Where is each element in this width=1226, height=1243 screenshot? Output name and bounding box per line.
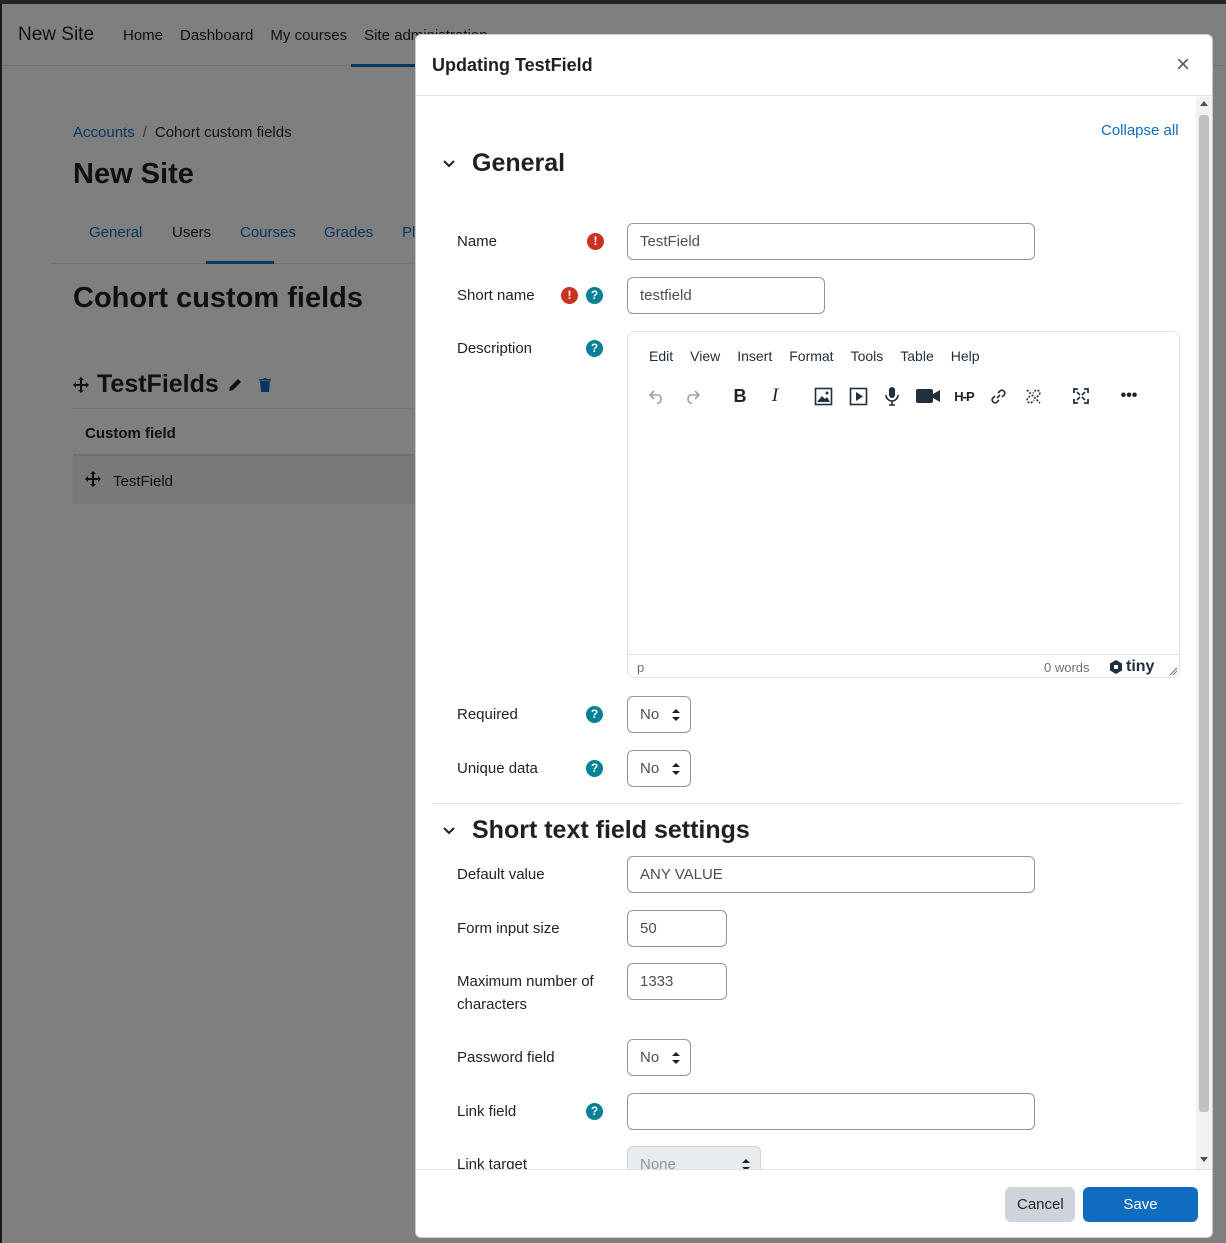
scroll-down-arrow-icon[interactable] xyxy=(1200,1157,1208,1162)
menu-table[interactable]: Table xyxy=(900,348,933,364)
editor-statusbar: p 0 words tiny xyxy=(628,654,1179,677)
tiny-logo[interactable]: tiny xyxy=(1108,658,1154,676)
link-icon[interactable] xyxy=(986,384,1010,408)
section-divider xyxy=(432,803,1181,804)
link-field-label: Link field xyxy=(457,1103,517,1120)
description-label: Description xyxy=(457,340,533,357)
save-changes-button[interactable]: Save changes xyxy=(1083,1187,1198,1237)
media-icon[interactable] xyxy=(846,384,870,408)
editor-content-area[interactable] xyxy=(628,420,1179,654)
unlink-icon[interactable] xyxy=(1021,384,1045,408)
short-name-label: Short name xyxy=(457,287,535,304)
redo-icon[interactable] xyxy=(680,384,704,408)
chevron-down-icon[interactable] xyxy=(442,824,456,838)
required-icon: ! xyxy=(587,233,604,250)
link-target-label: Link target xyxy=(457,1156,528,1169)
tiny-logo-icon xyxy=(1110,660,1122,674)
name-label: Name xyxy=(457,233,498,250)
menu-format[interactable]: Format xyxy=(789,348,833,364)
select-arrows-icon xyxy=(672,1052,680,1064)
modal-title: Updating TestField xyxy=(432,55,593,75)
italic-icon[interactable]: I xyxy=(763,384,787,408)
help-icon[interactable]: ? xyxy=(586,706,603,723)
element-path[interactable]: p xyxy=(637,660,644,675)
description-editor: Edit View Insert Format Tools Table Help… xyxy=(627,331,1180,678)
collapse-all-link[interactable]: Collapse all xyxy=(1101,122,1179,139)
h5p-icon[interactable]: H-P xyxy=(949,384,979,408)
modal-header: Updating TestField × xyxy=(416,35,1212,96)
required-select[interactable]: No xyxy=(627,696,691,733)
form-input-size-input[interactable]: 50 xyxy=(627,910,727,947)
unique-data-label: Unique data xyxy=(457,760,538,777)
short-name-input[interactable]: testfield xyxy=(627,277,825,314)
default-value-input[interactable]: ANY VALUE xyxy=(627,856,1035,893)
undo-icon[interactable] xyxy=(645,384,669,408)
default-value-label: Default value xyxy=(457,866,545,883)
link-target-select[interactable]: None xyxy=(627,1146,761,1169)
fullscreen-icon[interactable] xyxy=(1069,384,1093,408)
max-characters-label: Maximum number of characters xyxy=(457,973,594,1013)
modal-body: Collapse all General Name ! TestField Sh… xyxy=(416,97,1212,1169)
unique-data-select-value: No xyxy=(640,760,660,777)
help-icon[interactable]: ? xyxy=(586,340,603,357)
window-left-edge xyxy=(0,4,2,1243)
modal-scrollbar-thumb[interactable] xyxy=(1199,115,1209,1112)
menu-view[interactable]: View xyxy=(690,348,720,364)
form-input-size-label: Form input size xyxy=(457,920,560,937)
password-field-select[interactable]: No xyxy=(627,1039,691,1076)
help-icon[interactable]: ? xyxy=(586,1103,603,1120)
password-field-label: Password field xyxy=(457,1049,555,1066)
required-label: Required xyxy=(457,706,518,723)
image-icon[interactable] xyxy=(811,384,835,408)
section-short-text-title[interactable]: Short text field settings xyxy=(472,816,750,845)
max-characters-input[interactable]: 1333 xyxy=(627,963,727,1000)
cancel-button[interactable]: Cancel xyxy=(1005,1187,1075,1222)
editor-menubar: Edit View Insert Format Tools Table Help xyxy=(649,348,997,364)
select-arrows-icon xyxy=(672,709,680,721)
unique-data-select[interactable]: No xyxy=(627,750,691,787)
menu-tools[interactable]: Tools xyxy=(851,348,884,364)
name-input[interactable]: TestField xyxy=(627,223,1035,260)
menu-edit[interactable]: Edit xyxy=(649,348,673,364)
close-icon[interactable]: × xyxy=(1176,53,1190,77)
modal-footer: Cancel Save changes xyxy=(416,1169,1212,1237)
update-field-modal: Updating TestField × Collapse all Genera… xyxy=(415,34,1213,1238)
editor-header: Edit View Insert Format Tools Table Help… xyxy=(628,332,1179,420)
menu-help[interactable]: Help xyxy=(951,348,980,364)
section-general-title[interactable]: General xyxy=(472,149,565,178)
required-select-value: No xyxy=(640,706,660,723)
help-icon[interactable]: ? xyxy=(586,287,603,304)
word-count[interactable]: 0 words xyxy=(1044,660,1090,675)
select-arrows-icon xyxy=(672,763,680,775)
chevron-down-icon[interactable] xyxy=(442,157,456,171)
menu-insert[interactable]: Insert xyxy=(737,348,772,364)
more-options-icon[interactable]: ••• xyxy=(1117,384,1141,408)
link-field-input[interactable] xyxy=(627,1093,1035,1130)
link-target-select-value: None xyxy=(640,1156,676,1169)
help-icon[interactable]: ? xyxy=(586,760,603,777)
scroll-up-arrow-icon[interactable] xyxy=(1200,101,1208,106)
select-arrows-icon xyxy=(742,1159,750,1169)
tiny-brand-text: tiny xyxy=(1126,658,1155,675)
resize-handle-icon[interactable] xyxy=(1169,667,1178,676)
required-icon: ! xyxy=(561,287,578,304)
password-field-select-value: No xyxy=(640,1049,660,1066)
bold-icon[interactable]: B xyxy=(728,384,752,408)
video-camera-icon[interactable] xyxy=(913,384,943,408)
microphone-icon[interactable] xyxy=(880,384,904,408)
